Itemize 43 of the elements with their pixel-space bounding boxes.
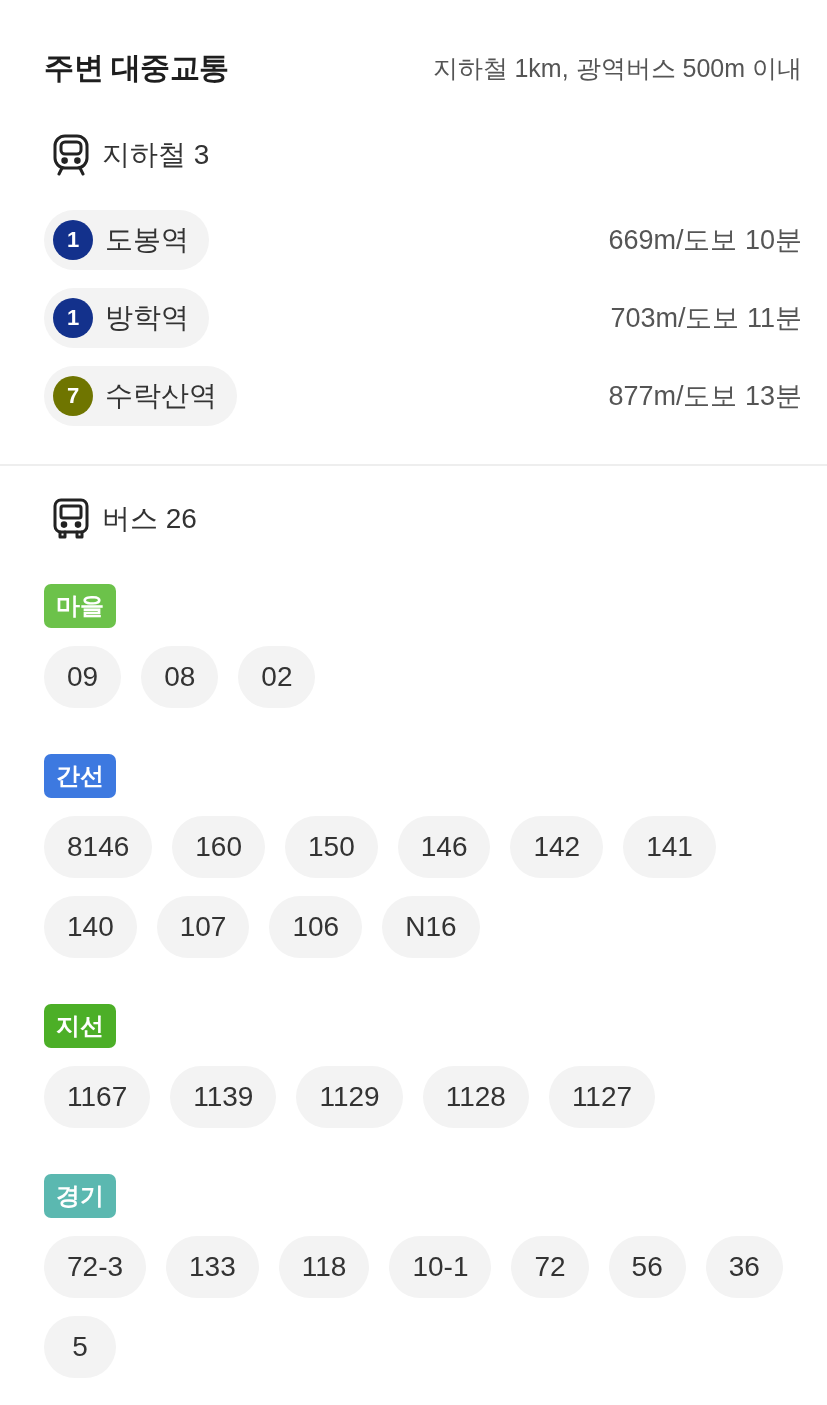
bus-route-chip: 5 [44,1316,116,1378]
bus-route-chip: 142 [510,816,604,878]
bus-category-tag: 지선 [44,1004,116,1048]
walking-distance: 703m/도보 11분 [610,302,802,335]
bus-route-chip: 146 [397,816,491,878]
station-name: 도봉역 [105,223,189,257]
walking-distance: 669m/도보 10분 [608,224,802,257]
bus-route-chip: 8146 [44,816,153,878]
bus-route-chip: 08 [141,646,219,708]
bus-route-chip: 141 [623,816,716,878]
bus-route-chip: 133 [166,1236,259,1298]
bus-route-chip: 107 [156,896,250,958]
bus-category-tag: 경기 [44,1174,116,1218]
bus-category-tag: 마을 [44,584,116,628]
bus-route-chip: 1128 [422,1066,529,1128]
line-number-badge: 1 [53,298,93,338]
bus-route-chip: 160 [172,816,265,878]
bus-route-chip: 72 [511,1236,589,1298]
range-note: 지하철 1km, 광역버스 500m 이내 [432,52,802,84]
bus-category-tag: 간선 [44,754,116,798]
bus-route-chip: 72-3 [44,1236,147,1298]
bus-route-chip: 1167 [44,1066,151,1128]
subway-count-label: 지하철 3 [102,138,210,172]
bus-route-chip: 02 [238,646,316,708]
bus-route-chip: 1139 [170,1066,277,1128]
bus-route-chip: 09 [44,646,122,708]
bus-route-chip: 56 [608,1236,686,1298]
bus-route-chip: 118 [278,1236,370,1298]
station-name: 수락산역 [105,379,217,413]
section-title: 주변 대중교통 [44,49,229,86]
bus-count-label: 버스 26 [102,502,197,536]
bus-route-chip: N16 [382,896,480,958]
bus-route-chip: 106 [269,896,363,958]
bus-route-chip: 1129 [296,1066,403,1128]
walking-distance: 877m/도보 13분 [608,380,802,413]
station-name: 방학역 [105,301,189,335]
bus-route-chip: 140 [44,896,137,958]
bus-route-chip: 1127 [548,1066,656,1128]
bus-route-chip: 10-1 [389,1236,492,1298]
line-number-badge: 7 [53,376,93,416]
bus-route-chip: 150 [285,816,378,878]
bus-route-chip: 36 [705,1236,783,1298]
line-number-badge: 1 [53,220,93,260]
